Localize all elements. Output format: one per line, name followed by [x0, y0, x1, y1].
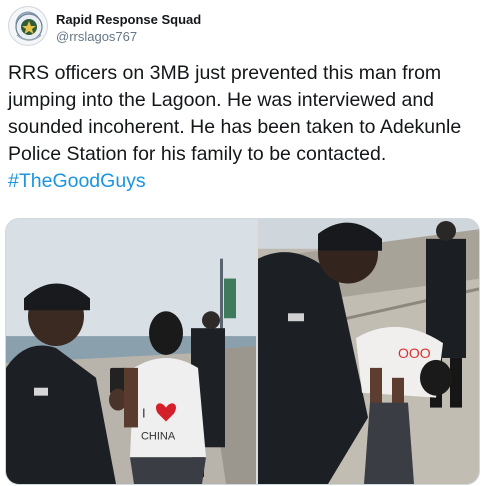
media-grid: I CHINA OOO — [5, 218, 480, 485]
shirt-text-china: CHINA — [141, 430, 176, 442]
tweet-header: Rapid Response Squad @rrslagos767 — [8, 6, 478, 52]
tweet-body: RRS officers on 3MB just prevented this … — [8, 62, 462, 165]
avatar[interactable] — [8, 6, 48, 46]
display-name[interactable]: Rapid Response Squad — [56, 12, 201, 28]
police-badge-icon — [15, 13, 43, 41]
shirt-print: OOO — [398, 345, 431, 361]
shirt-text-i: I — [142, 406, 146, 421]
photo-2[interactable]: OOO — [258, 219, 479, 484]
author-names: Rapid Response Squad @rrslagos767 — [56, 12, 201, 46]
hashtag-link[interactable]: #TheGoodGuys — [8, 170, 146, 192]
account-handle[interactable]: @rrslagos767 — [56, 28, 201, 46]
photo-1[interactable]: I CHINA — [6, 219, 256, 484]
tweet-text: RRS officers on 3MB just prevented this … — [8, 60, 478, 195]
